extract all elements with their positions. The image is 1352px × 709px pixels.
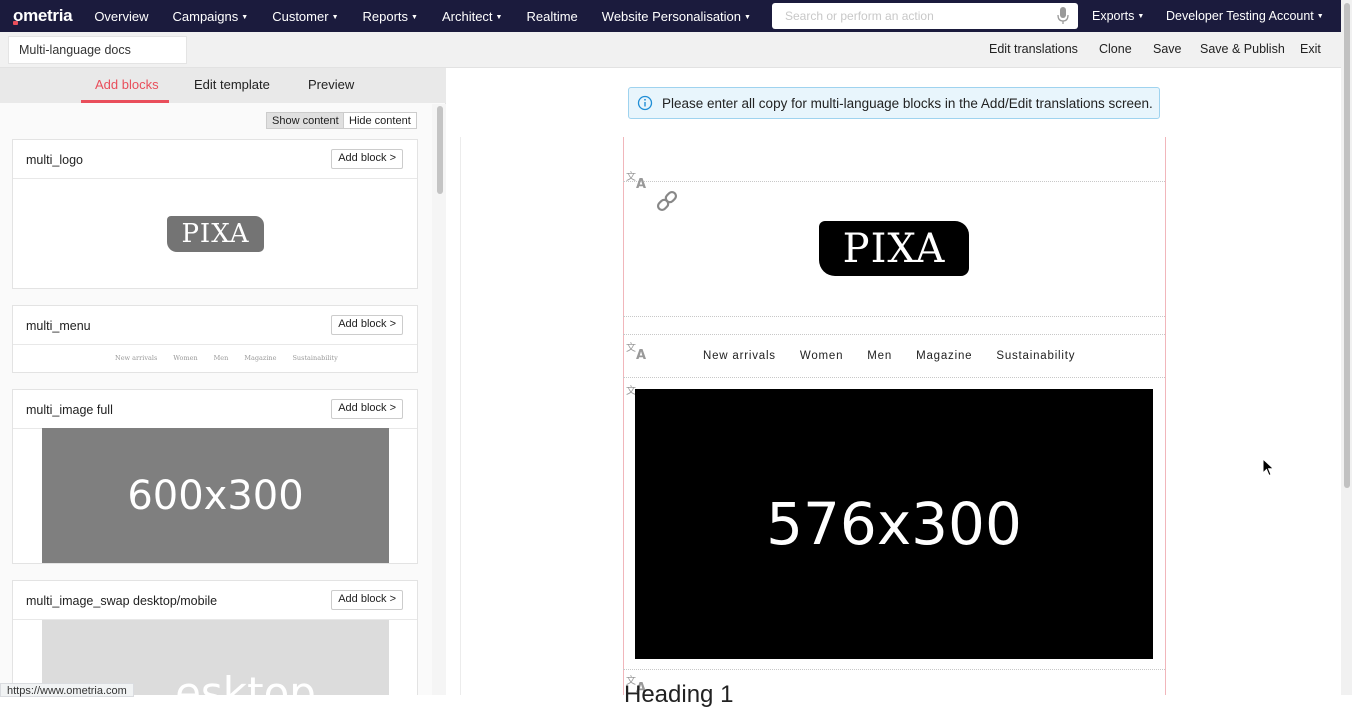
save-button[interactable]: Save — [1153, 42, 1182, 56]
caret-down-icon: ▼ — [411, 13, 418, 21]
menu-item-new-arrivals[interactable]: New arrivals — [703, 350, 776, 362]
menu-thumb-item: Magazine — [244, 354, 277, 362]
exports-menu[interactable]: Exports ▼ — [1092, 0, 1144, 32]
block-card-header: multi_image full Add block > — [13, 390, 417, 429]
add-block-button[interactable]: Add block > — [331, 399, 403, 419]
mouse-cursor-icon — [1262, 458, 1275, 477]
link-icon[interactable] — [654, 188, 680, 214]
block-separator — [623, 334, 1165, 335]
caret-down-icon: ▼ — [1316, 12, 1324, 20]
account-menu[interactable]: Developer Testing Account ▼ — [1166, 0, 1324, 32]
hide-content-button[interactable]: Hide content — [343, 112, 417, 129]
menu-item-sustainability[interactable]: Sustainability — [996, 350, 1075, 362]
nav-architect[interactable]: Architect ▼ — [442, 9, 503, 24]
menu-thumb-item: Men — [213, 354, 229, 362]
add-block-button[interactable]: Add block > — [331, 315, 403, 335]
block-title: multi_menu — [26, 319, 91, 333]
block-card: multi_menu Add block > — [12, 305, 418, 373]
preview-divider — [460, 137, 461, 695]
add-block-button[interactable]: Add block > — [331, 149, 403, 169]
block-separator — [623, 316, 1165, 317]
clone-button[interactable]: Clone — [1099, 42, 1132, 56]
block-card: multi_logo Add block > — [12, 139, 418, 289]
tab-edit-template[interactable]: Edit template — [194, 77, 270, 92]
block-separator — [623, 377, 1165, 378]
menu-thumb-item: Sustainability — [292, 354, 338, 362]
email-heading[interactable]: Heading 1 — [624, 681, 733, 709]
editor-toolbar: Multi-language docs Edit translations Cl… — [0, 32, 1341, 68]
nav-overview[interactable]: Overview — [94, 9, 148, 24]
window-scrollbar-thumb[interactable] — [1344, 3, 1350, 488]
logo-accent-dot — [13, 21, 18, 25]
ometria-logo[interactable]: ometria — [13, 6, 73, 26]
tab-add-blocks[interactable]: Add blocks — [95, 77, 159, 92]
svg-text:文: 文 — [626, 170, 636, 183]
search-input[interactable] — [785, 9, 1055, 23]
block-title: multi_image_swap desktop/mobile — [26, 594, 218, 608]
svg-text:A: A — [636, 177, 646, 190]
menu-thumbnail: New arrivals Women Men Magazine Sustaina… — [115, 354, 338, 362]
translate-icon[interactable]: 文 A — [626, 170, 650, 190]
block-title: multi_image full — [26, 403, 113, 417]
pixa-logo: PIXA — [819, 221, 969, 276]
block-card-header: multi_image_swap desktop/mobile Add bloc… — [13, 581, 417, 620]
menu-item-women[interactable]: Women — [800, 350, 843, 362]
tab-preview[interactable]: Preview — [308, 77, 354, 92]
nav-campaigns[interactable]: Campaigns ▼ — [173, 9, 249, 24]
save-publish-button[interactable]: Save & Publish — [1200, 42, 1285, 56]
menu-thumb-item: New arrivals — [115, 354, 158, 362]
menu-item-men[interactable]: Men — [867, 350, 892, 362]
block-card-header: multi_menu Add block > — [13, 306, 417, 345]
add-block-button[interactable]: Add block > — [331, 590, 403, 610]
edit-translations-button[interactable]: Edit translations — [989, 42, 1078, 56]
global-search — [772, 3, 1078, 29]
microphone-icon[interactable] — [1057, 7, 1069, 25]
caret-down-icon: ▼ — [241, 13, 249, 21]
caret-down-icon: ▼ — [495, 13, 503, 21]
block-card-header: multi_logo Add block > — [13, 140, 417, 179]
block-separator — [623, 181, 1165, 182]
nav-customer[interactable]: Customer ▼ — [272, 9, 338, 24]
caret-down-icon: ▼ — [744, 13, 751, 21]
menu-thumb-item: Women — [173, 354, 198, 362]
block-title: multi_logo — [26, 153, 83, 167]
nav-website-personalisation[interactable]: Website Personalisation ▼ — [602, 9, 751, 24]
block-separator — [623, 669, 1165, 670]
caret-down-icon: ▼ — [1137, 12, 1145, 20]
caret-down-icon: ▼ — [331, 13, 339, 21]
svg-text:A: A — [636, 348, 646, 361]
show-content-button[interactable]: Show content — [266, 112, 345, 129]
info-message: Please enter all copy for multi-language… — [662, 95, 1153, 111]
nav-realtime[interactable]: Realtime — [526, 9, 577, 24]
panel-tabs: Add blocks Edit template Preview — [0, 68, 446, 103]
info-banner: Please enter all copy for multi-language… — [628, 87, 1160, 119]
menu-item-magazine[interactable]: Magazine — [916, 350, 972, 362]
template-name-field[interactable]: Multi-language docs — [8, 36, 187, 64]
pixa-logo-thumbnail: PIXA — [167, 216, 264, 252]
panel-scrollbar-thumb[interactable] — [437, 106, 443, 194]
svg-text:文: 文 — [626, 341, 636, 354]
active-tab-indicator — [81, 100, 169, 103]
hero-image-placeholder[interactable]: 576x300 — [635, 389, 1153, 659]
info-icon — [637, 95, 653, 111]
image-placeholder-thumbnail: 600x300 — [42, 428, 389, 563]
email-menu: New arrivals Women Men Magazine Sustaina… — [703, 350, 1099, 362]
nav-reports[interactable]: Reports ▼ — [363, 9, 418, 24]
translate-icon[interactable]: 文 A — [626, 341, 650, 361]
exit-button[interactable]: Exit — [1300, 42, 1321, 56]
